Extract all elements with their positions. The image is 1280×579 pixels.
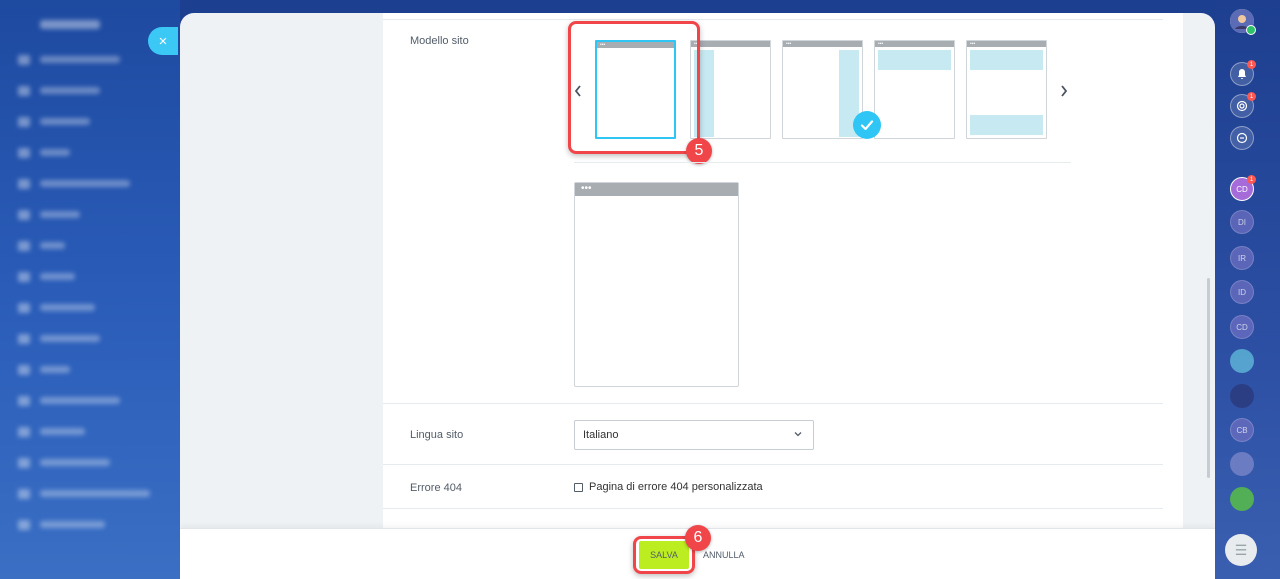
template-preview: ••• [574, 182, 739, 387]
chat-bubble-icon[interactable] [1230, 349, 1254, 373]
user-avatar[interactable] [1230, 9, 1256, 35]
activity-stream-icon[interactable]: 1 [1230, 92, 1256, 118]
rail-avatar[interactable]: CD [1230, 315, 1254, 339]
template-thumb-header[interactable]: ••• [874, 40, 955, 139]
chevron-right-icon [1061, 85, 1068, 97]
site-template-label: Modello sito [410, 35, 469, 47]
rail-avatar[interactable]: DI [1230, 210, 1254, 234]
rail-avatar[interactable]: CB [1230, 418, 1254, 442]
step-badge-5: 5 [686, 138, 712, 164]
group-chat-icon[interactable] [1230, 452, 1254, 476]
error404-checkbox[interactable] [574, 482, 583, 492]
notifications-badge: 1 [1247, 60, 1256, 69]
rail-avatar-cd-active[interactable]: CD 1 [1230, 175, 1256, 201]
footer-bar: SALVA 6 ANNULLA [180, 525, 1215, 579]
save-button[interactable]: SALVA [639, 541, 689, 569]
background-sidebar [0, 0, 180, 579]
menu-icon[interactable]: ☰ [1225, 534, 1257, 566]
scrollbar[interactable] [1207, 278, 1210, 478]
settings-form: Modello sito ••• ••• ••• ••• ••• 5 ••• L… [383, 13, 1183, 528]
settings-slider-panel: Modello sito ••• ••• ••• ••• ••• 5 ••• L… [180, 13, 1215, 579]
close-slider-button[interactable]: × [148, 27, 178, 55]
chevron-down-icon [794, 432, 802, 437]
carousel-next-button[interactable] [1059, 83, 1069, 101]
template-thumb-header-footer[interactable]: ••• [966, 40, 1047, 139]
group-chat-icon[interactable] [1230, 487, 1254, 511]
highlight-box-template [568, 21, 700, 154]
language-select[interactable]: Italiano [574, 420, 814, 450]
error404-checkbox-label: Pagina di errore 404 personalizzata [589, 481, 763, 493]
template-thumb-left-sidebar[interactable]: ••• [690, 40, 771, 139]
rail-avatar[interactable]: IR [1230, 246, 1254, 270]
language-label: Lingua sito [410, 429, 464, 441]
rail-avatar[interactable]: ID [1230, 280, 1254, 304]
activity-badge: 1 [1247, 92, 1256, 101]
search-chat-icon[interactable] [1230, 126, 1254, 150]
notifications-bell-icon[interactable]: 1 [1230, 60, 1256, 86]
close-icon: × [158, 32, 168, 50]
avatar-badge: 1 [1247, 175, 1256, 184]
rail-avatar[interactable] [1230, 384, 1254, 408]
template-thumb-right-sidebar[interactable]: ••• [782, 40, 863, 139]
cancel-button[interactable]: ANNULLA [703, 541, 745, 569]
selected-check-icon [853, 111, 881, 139]
right-rail: 1 1 CD 1 DI IR ID CD CB ☰ [1215, 0, 1280, 579]
error404-label: Errore 404 [410, 482, 462, 494]
